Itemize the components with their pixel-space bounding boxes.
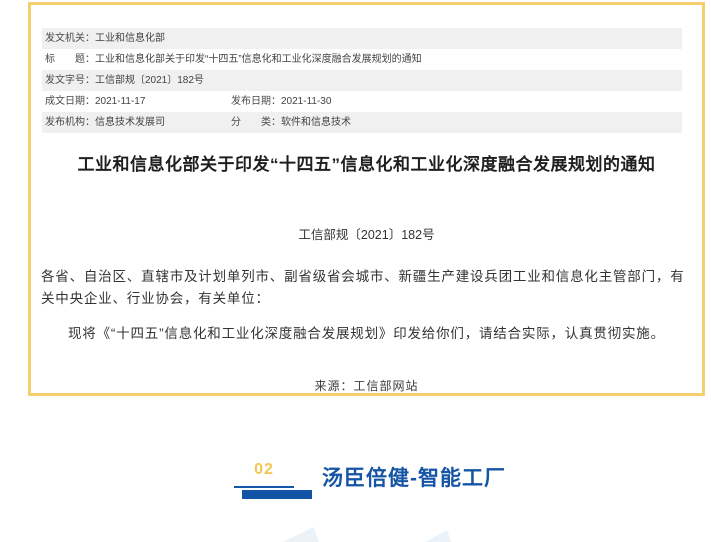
meta-cell: 成文日期：2021-11-17 [42, 91, 228, 112]
section-number-underline [234, 486, 294, 488]
meta-value-publish-date: 2021-11-30 [281, 96, 331, 107]
meta-value-doc-number: 工信部规〔2021〕182号 [95, 75, 204, 86]
meta-label-category: 分 类： [231, 117, 281, 128]
watermark-triangle-left [283, 527, 319, 542]
meta-value-publisher: 信息技术发展司 [95, 117, 165, 128]
document-number: 工信部规〔2021〕182号 [31, 228, 702, 243]
meta-label-issuing-agency: 发文机关： [45, 33, 95, 44]
meta-cell: 发文机关：工业和信息化部 [42, 28, 682, 49]
section-title: 汤臣倍健-智能工厂 [322, 462, 506, 492]
meta-row-doc-number: 发文字号：工信部规〔2021〕182号 [42, 70, 682, 91]
meta-row-publisher-category: 发布机构：信息技术发展司 分 类：软件和信息技术 [42, 112, 682, 133]
meta-cell: 发文字号：工信部规〔2021〕182号 [42, 70, 682, 91]
document-source: 来源：工信部网站 [31, 379, 702, 394]
meta-row-dates: 成文日期：2021-11-17 发布日期：2021-11-30 [42, 91, 682, 112]
meta-cell: 分 类：软件和信息技术 [228, 112, 682, 133]
document-title: 工业和信息化部关于印发“十四五”信息化和工业化深度融合发展规划的通知 [31, 154, 702, 176]
meta-label-title: 标 题： [45, 54, 95, 65]
meta-label-doc-number: 发文字号： [45, 75, 95, 86]
meta-row-issuing-agency: 发文机关：工业和信息化部 [42, 28, 682, 49]
meta-cell: 标 题：工业和信息化部关于印发“十四五”信息化和工业化深度融合发展规划的通知 [42, 49, 682, 70]
meta-label-publish-date: 发布日期： [231, 96, 281, 107]
document-meta-table: 发文机关：工业和信息化部 标 题：工业和信息化部关于印发“十四五”信息化和工业化… [42, 28, 682, 133]
meta-row-title: 标 题：工业和信息化部关于印发“十四五”信息化和工业化深度融合发展规划的通知 [42, 49, 682, 70]
meta-value-title: 工业和信息化部关于印发“十四五”信息化和工业化深度融合发展规划的通知 [95, 54, 422, 65]
document-paragraph-recipients: 各省、自治区、直辖市及计划单列市、副省级省会城市、新疆生产建设兵团工业和信息化主… [41, 266, 688, 310]
meta-label-written-date: 成文日期： [45, 96, 95, 107]
meta-value-category: 软件和信息技术 [281, 117, 351, 128]
section-number: 02 [234, 461, 294, 479]
page: 发文机关：工业和信息化部 标 题：工业和信息化部关于印发“十四五”信息化和工业化… [0, 0, 711, 542]
meta-cell: 发布机构：信息技术发展司 [42, 112, 228, 133]
document-card: 发文机关：工业和信息化部 标 题：工业和信息化部关于印发“十四五”信息化和工业化… [28, 2, 705, 396]
meta-value-written-date: 2021-11-17 [95, 96, 145, 107]
meta-label-publisher: 发布机构： [45, 117, 95, 128]
section-accent-bar [242, 490, 312, 499]
watermark-triangle-right [425, 530, 451, 542]
meta-value-issuing-agency: 工业和信息化部 [95, 33, 165, 44]
meta-cell: 发布日期：2021-11-30 [228, 91, 682, 112]
document-paragraph-instruction: 现将《“十四五”信息化和工业化深度融合发展规划》印发给你们，请结合实际，认真贯彻… [41, 323, 688, 345]
